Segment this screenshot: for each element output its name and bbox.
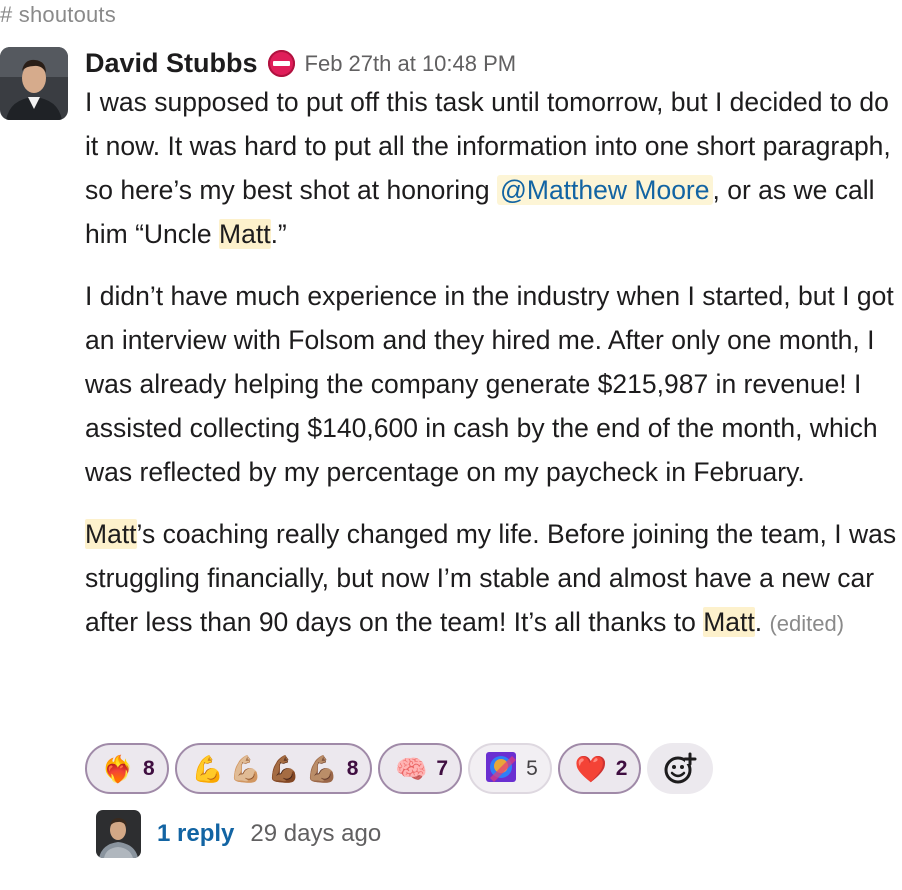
heart-on-fire-icon: ❤️‍🔥: [101, 753, 135, 784]
brain-icon: 🧠: [395, 753, 428, 784]
reaction-red-heart[interactable]: ❤️ 2: [557, 743, 642, 794]
message-header: David Stubbs Feb 27th at 10:48 PM: [85, 48, 516, 79]
reaction-count: 2: [615, 756, 628, 780]
flexed-biceps-light-icon: 💪🏼: [229, 753, 262, 784]
keyword-highlight: Matt: [703, 607, 755, 637]
author-name[interactable]: David Stubbs: [85, 48, 258, 79]
message-timestamp[interactable]: Feb 27th at 10:48 PM: [305, 51, 517, 77]
flexed-biceps-dark-icon: 💪🏾: [267, 753, 300, 784]
channel-name[interactable]: # shoutouts: [0, 2, 116, 28]
last-reply-time: 29 days ago: [250, 820, 382, 847]
flexed-biceps-medium-icon: 💪🏽: [305, 753, 338, 784]
message-paragraph: Matt’s coaching really changed my life. …: [85, 519, 897, 637]
reaction-heart-on-fire[interactable]: ❤️‍🔥 8: [85, 743, 169, 794]
reply-count-link[interactable]: 1 reply: [157, 820, 234, 848]
reaction-brain[interactable]: 🧠 7: [378, 743, 463, 794]
custom-emoji-icon: [484, 751, 518, 786]
do-not-disturb-icon: [267, 50, 295, 77]
keyword-highlight: Matt: [85, 519, 137, 549]
add-reaction-button[interactable]: [647, 743, 714, 794]
message-paragraph: I didn’t have much experience in the ind…: [85, 281, 894, 487]
reaction-count: 8: [143, 756, 155, 780]
thread-summary[interactable]: 1 reply 29 days ago: [96, 810, 381, 858]
reaction-count: 5: [526, 756, 538, 780]
reaction-custom-emoji[interactable]: 5: [468, 743, 552, 794]
reaction-flexed-biceps[interactable]: 💪 💪🏼 💪🏾 💪🏽 8: [174, 743, 373, 794]
reaction-count: 7: [436, 756, 449, 780]
message-body: I was supposed to put off this task unti…: [85, 80, 900, 664]
avatar[interactable]: [0, 47, 68, 120]
edited-label: (edited): [769, 611, 845, 636]
red-heart-icon: ❤️: [574, 753, 607, 784]
flexed-biceps-icon: 💪: [191, 753, 224, 784]
message-paragraph: I was supposed to put off this task unti…: [85, 87, 891, 249]
reaction-count: 8: [346, 756, 359, 780]
keyword-highlight: Matt: [219, 219, 271, 249]
add-reaction-icon: [664, 752, 697, 783]
reaction-bar: ❤️‍🔥 8 💪 💪🏼 💪🏾 💪🏽 8 🧠 7 5 ❤️ 2: [85, 743, 714, 794]
reply-avatar[interactable]: [96, 810, 141, 858]
user-mention[interactable]: @Matthew Moore: [496, 175, 713, 205]
